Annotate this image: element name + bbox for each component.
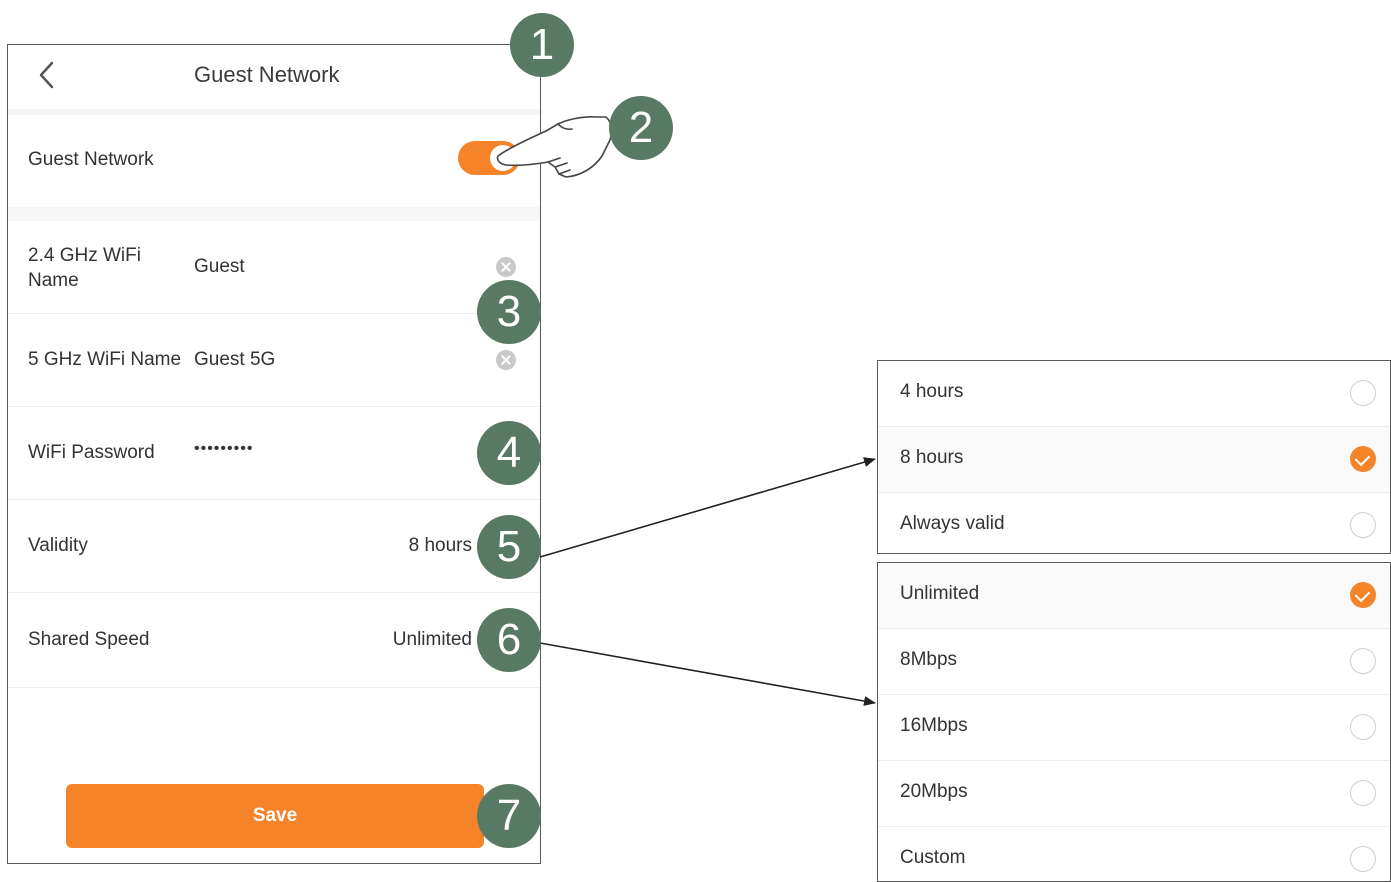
callout-2: 2 bbox=[609, 96, 673, 160]
validity-arrow bbox=[539, 457, 876, 558]
callout-3: 3 bbox=[477, 280, 541, 344]
pointing-hand-icon bbox=[496, 116, 613, 178]
callout-1: 1 bbox=[510, 13, 574, 77]
callout-6: 6 bbox=[477, 608, 541, 672]
callout-5: 5 bbox=[477, 515, 541, 579]
callout-7: 7 bbox=[477, 784, 541, 848]
annotation-overlay bbox=[496, 116, 876, 706]
speed-arrow bbox=[539, 642, 876, 706]
callout-4: 4 bbox=[477, 421, 541, 485]
